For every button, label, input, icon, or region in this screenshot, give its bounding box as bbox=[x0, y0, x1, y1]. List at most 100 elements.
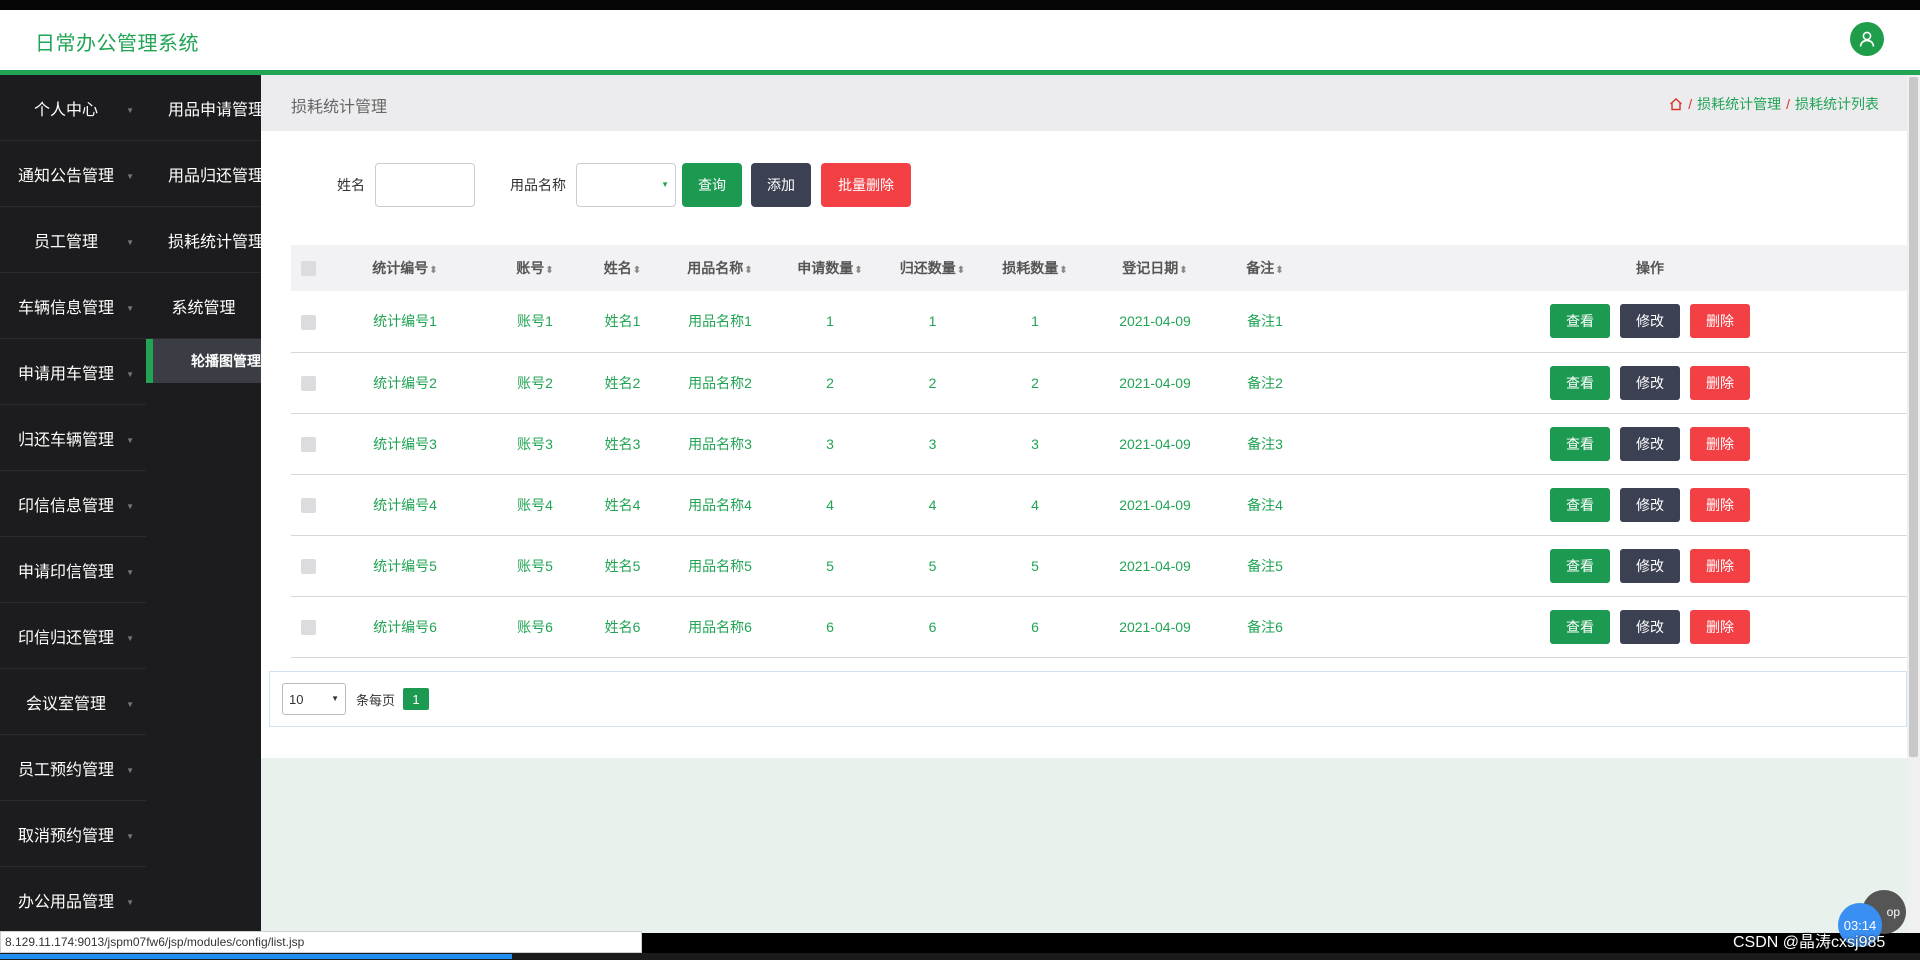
table-cell: 统计编号6 bbox=[373, 618, 437, 635]
chevron-down-icon: ▼ bbox=[126, 238, 134, 247]
row-checkbox[interactable] bbox=[300, 375, 316, 391]
table-cell: 4 bbox=[928, 496, 937, 513]
column-header[interactable]: 备注⬍ bbox=[1225, 245, 1305, 291]
sidebar-item[interactable]: 个人中心 ▼ bbox=[0, 75, 146, 141]
row-checkbox[interactable] bbox=[300, 558, 316, 574]
column-header[interactable]: 登记日期⬍ bbox=[1085, 245, 1225, 291]
column-header[interactable]: 归还数量⬍ bbox=[880, 245, 985, 291]
main-content: 损耗统计管理 / 损耗统计管理 / 损耗统计列表 姓名 用品名称 ▼ 查询 添加… bbox=[261, 75, 1920, 933]
sidebar-item[interactable]: 员工预约管理 ▼ bbox=[0, 735, 146, 801]
pagination: 10 ▼ 条每页 1 bbox=[269, 671, 1907, 727]
page-number-button[interactable]: 1 bbox=[403, 688, 430, 710]
table-cell: 姓名6 bbox=[604, 618, 641, 635]
sort-icon: ⬍ bbox=[854, 265, 863, 276]
row-checkbox[interactable] bbox=[300, 314, 316, 330]
sidebar-item[interactable]: 印信归还管理 ▼ bbox=[0, 603, 146, 669]
add-button[interactable]: 添加 bbox=[751, 163, 811, 207]
column-header[interactable]: 统计编号⬍ bbox=[325, 245, 485, 291]
sidebar-item[interactable]: 系统管理 bbox=[146, 273, 261, 339]
column-header[interactable]: 姓名⬍ bbox=[585, 245, 660, 291]
sidebar-item[interactable]: 申请用车管理 ▼ bbox=[0, 339, 146, 405]
delete-button[interactable]: 删除 bbox=[1690, 548, 1750, 583]
sidebar-item[interactable]: 归还车辆管理 ▼ bbox=[0, 405, 146, 471]
batch-delete-button[interactable]: 批量删除 bbox=[821, 163, 911, 207]
video-progress-bar[interactable] bbox=[0, 953, 1920, 960]
sidebar-item[interactable]: 通知公告管理 ▼ bbox=[0, 141, 146, 207]
app-title: 日常办公管理系统 bbox=[35, 33, 199, 55]
column-header[interactable]: 损耗数量⬍ bbox=[985, 245, 1085, 291]
table-row: 统计编号2 账号2 姓名2 用品名称2 2 2 2 2021-04-09 备注2 查看 修改 删除 bbox=[291, 352, 1920, 413]
sidebar-item[interactable]: 办公用品管理 ▼ bbox=[0, 867, 146, 933]
column-header[interactable]: 申请数量⬍ bbox=[780, 245, 880, 291]
sidebar-item[interactable]: 员工管理 ▼ bbox=[0, 207, 146, 273]
breadcrumb-item[interactable]: 损耗统计列表 bbox=[1795, 94, 1879, 114]
chevron-down-icon: ▼ bbox=[126, 304, 134, 313]
chevron-down-icon: ▼ bbox=[126, 832, 134, 841]
row-checkbox[interactable] bbox=[300, 436, 316, 452]
sidebar-item[interactable]: 会议室管理 ▼ bbox=[0, 669, 146, 735]
view-button[interactable]: 查看 bbox=[1550, 304, 1610, 339]
column-header[interactable]: 用品名称⬍ bbox=[660, 245, 780, 291]
sidebar-item-label: 印信信息管理 bbox=[17, 497, 114, 515]
sidebar-item-label: 用品归还管理 bbox=[168, 167, 261, 185]
sidebar-item[interactable]: 用品归还管理 bbox=[146, 141, 261, 207]
delete-button[interactable]: 删除 bbox=[1690, 487, 1750, 522]
sidebar-item-label: 申请用车管理 bbox=[17, 365, 114, 383]
edit-button[interactable]: 修改 bbox=[1620, 487, 1680, 522]
name-input[interactable] bbox=[375, 163, 475, 207]
row-checkbox[interactable] bbox=[300, 497, 316, 513]
table-cell: 2021-04-09 bbox=[1119, 374, 1191, 391]
table-row: 统计编号5 账号5 姓名5 用品名称5 5 5 5 2021-04-09 备注5 查看 修改 删除 bbox=[291, 535, 1920, 596]
sidebar-item[interactable]: 损耗统计管理 bbox=[146, 207, 261, 273]
sidebar-item[interactable]: 车辆信息管理 ▼ bbox=[0, 273, 146, 339]
edit-button[interactable]: 修改 bbox=[1620, 304, 1680, 339]
delete-button[interactable]: 删除 bbox=[1690, 609, 1750, 644]
sidebar-item-label: 员工预约管理 bbox=[17, 761, 114, 779]
column-header[interactable]: 账号⬍ bbox=[485, 245, 585, 291]
sidebar-item[interactable]: 取消预约管理 ▼ bbox=[0, 801, 146, 867]
per-page-label: 条每页 bbox=[356, 692, 396, 708]
sort-icon: ⬍ bbox=[1179, 265, 1188, 276]
table-cell: 5 bbox=[928, 557, 937, 574]
table-row: 统计编号6 账号6 姓名6 用品名称6 6 6 6 2021-04-09 备注6 查看 修改 删除 bbox=[291, 596, 1920, 657]
delete-button[interactable]: 删除 bbox=[1690, 304, 1750, 339]
main-scrollbar[interactable] bbox=[1907, 75, 1920, 933]
page-size-select[interactable]: 10 ▼ bbox=[282, 683, 346, 715]
table-cell: 备注4 bbox=[1247, 496, 1283, 513]
home-icon[interactable] bbox=[1669, 97, 1683, 111]
query-button[interactable]: 查询 bbox=[682, 163, 742, 207]
sidebar-item[interactable]: 用品申请管理 bbox=[146, 75, 261, 141]
table-cell: 6 bbox=[928, 618, 937, 635]
view-button[interactable]: 查看 bbox=[1550, 548, 1610, 583]
scrollbar-thumb[interactable] bbox=[1909, 77, 1918, 757]
view-button[interactable]: 查看 bbox=[1550, 426, 1610, 461]
edit-button[interactable]: 修改 bbox=[1620, 365, 1680, 400]
sidebar-item[interactable]: 申请印信管理 ▼ bbox=[0, 537, 146, 603]
view-button[interactable]: 查看 bbox=[1550, 365, 1610, 400]
table-cell: 统计编号1 bbox=[373, 313, 437, 330]
sidebar-item[interactable]: 印信信息管理 ▼ bbox=[0, 471, 146, 537]
row-checkbox[interactable] bbox=[300, 619, 316, 635]
view-button[interactable]: 查看 bbox=[1550, 609, 1610, 644]
select-all-cell bbox=[291, 245, 325, 291]
table-cell: 备注5 bbox=[1247, 557, 1283, 574]
sidebar-submenu: 用品申请管理用品归还管理损耗统计管理 系统管理 轮播图管理 bbox=[146, 75, 261, 383]
item-name-select[interactable]: ▼ bbox=[576, 163, 676, 207]
edit-button[interactable]: 修改 bbox=[1620, 609, 1680, 644]
edit-button[interactable]: 修改 bbox=[1620, 548, 1680, 583]
delete-button[interactable]: 删除 bbox=[1690, 426, 1750, 461]
table-cell: 姓名4 bbox=[604, 496, 641, 513]
table-cell: 姓名2 bbox=[604, 374, 641, 391]
user-avatar[interactable] bbox=[1850, 22, 1884, 56]
delete-button[interactable]: 删除 bbox=[1690, 365, 1750, 400]
table-cell: 2021-04-09 bbox=[1119, 618, 1191, 635]
data-table: 统计编号⬍ 账号⬍ 姓名⬍ 用品名称⬍ 申请数量⬍ 归还数量⬍ 损耗数量⬍ 登记日期⬍ 备注⬍ 操… bbox=[291, 245, 1920, 658]
edit-button[interactable]: 修改 bbox=[1620, 426, 1680, 461]
table-cell: 2021-04-09 bbox=[1119, 496, 1191, 513]
row-select-cell bbox=[291, 352, 325, 413]
submenu-item-active[interactable]: 轮播图管理 bbox=[146, 339, 261, 383]
select-all-checkbox[interactable] bbox=[300, 261, 316, 277]
row-select-cell bbox=[291, 535, 325, 596]
view-button[interactable]: 查看 bbox=[1550, 487, 1610, 522]
breadcrumb-item[interactable]: 损耗统计管理 bbox=[1697, 94, 1781, 114]
